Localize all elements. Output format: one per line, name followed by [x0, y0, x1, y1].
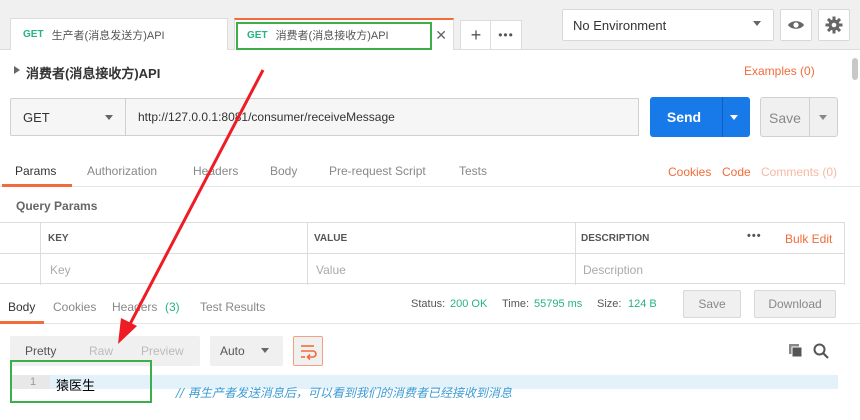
annotation-arrow	[118, 69, 265, 344]
